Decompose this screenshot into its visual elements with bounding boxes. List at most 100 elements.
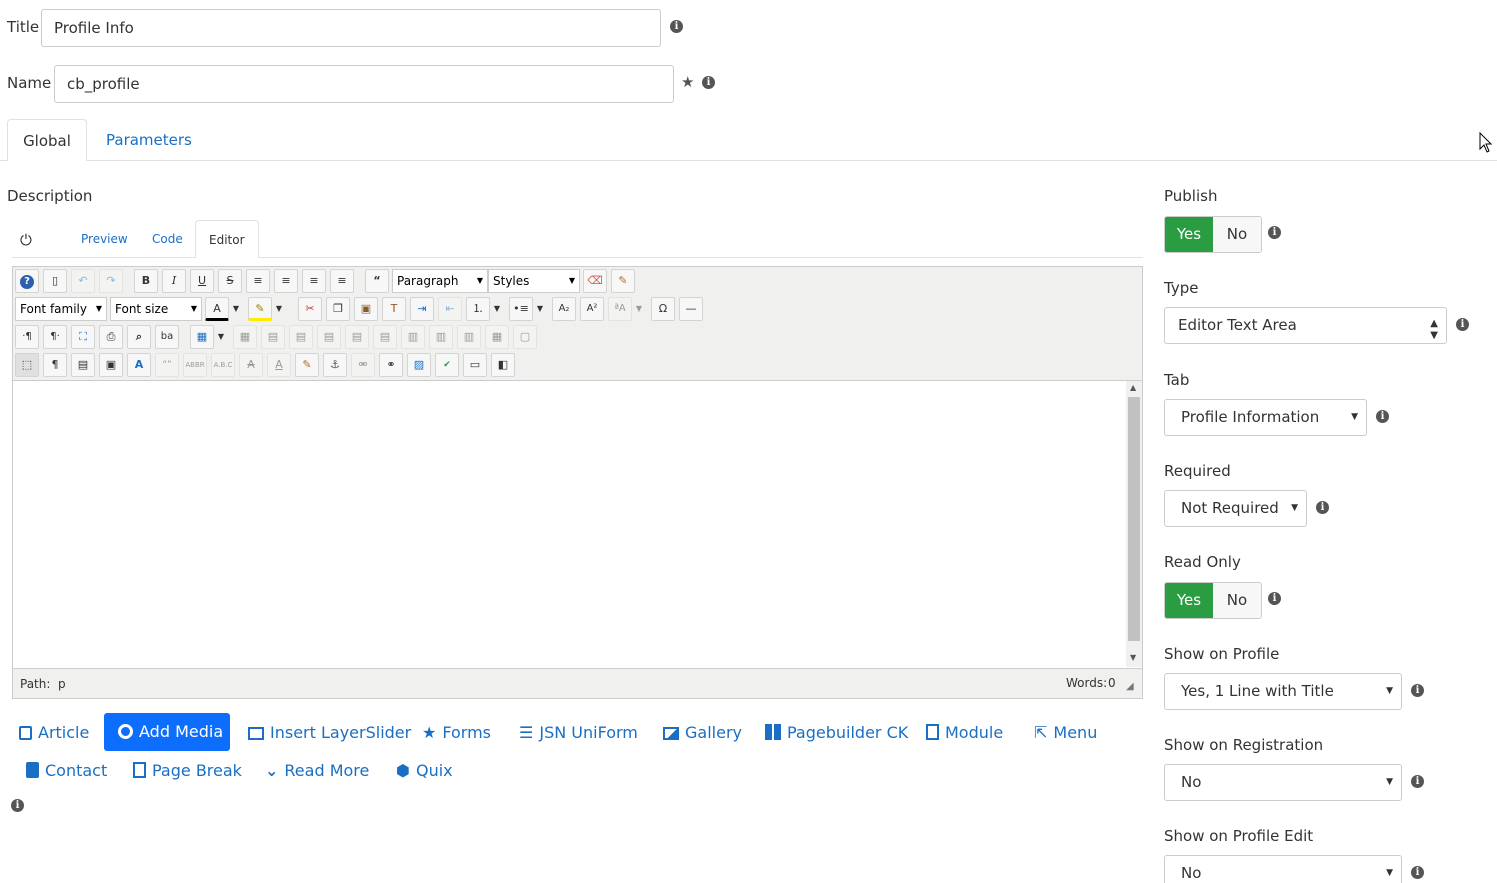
visual-aid-icon[interactable]: ⬚: [15, 353, 39, 377]
delete-table-icon[interactable]: ▦: [233, 325, 257, 349]
insertion-icon[interactable]: A: [267, 353, 291, 377]
language-icon[interactable]: ªA: [608, 297, 632, 321]
publish-info-icon[interactable]: i: [1268, 226, 1281, 239]
font-family-select[interactable]: Font family ▼: [15, 297, 107, 321]
show-on-profile-select[interactable]: Yes, 1 Line with Title ▼: [1164, 673, 1402, 710]
title-info-icon[interactable]: i: [670, 20, 683, 33]
show-on-profile-edit-info-icon[interactable]: i: [1411, 866, 1424, 879]
power-toggle-icon[interactable]: ⏻: [20, 231, 32, 249]
cite-icon[interactable]: “”: [155, 353, 179, 377]
tab-info-icon[interactable]: i: [1376, 410, 1389, 423]
read-only-no-button[interactable]: No: [1213, 583, 1261, 618]
readmore-icon[interactable]: ◧: [491, 353, 515, 377]
scroll-down-icon[interactable]: ▼: [1130, 653, 1136, 662]
scroll-up-icon[interactable]: ▲: [1130, 383, 1136, 392]
new-document-icon[interactable]: ▯: [43, 269, 67, 293]
cell-props-icon[interactable]: ▤: [289, 325, 313, 349]
horizontal-rule-icon[interactable]: —: [679, 297, 703, 321]
tab-global[interactable]: Global: [7, 119, 87, 161]
highlight-color-icon[interactable]: ✎: [248, 297, 272, 321]
text-color-icon[interactable]: A: [205, 297, 229, 321]
numbered-list-icon[interactable]: ⒈: [466, 297, 490, 321]
chevron-down-icon[interactable]: ▼: [534, 297, 546, 321]
show-on-registration-info-icon[interactable]: i: [1411, 775, 1424, 788]
quix-button[interactable]: ⬢ Quix: [396, 761, 453, 780]
image-box-icon[interactable]: ▣: [99, 353, 123, 377]
read-only-info-icon[interactable]: i: [1268, 592, 1281, 605]
copy-icon[interactable]: ❐: [326, 297, 350, 321]
superscript-icon[interactable]: A²: [580, 297, 604, 321]
forms-button[interactable]: ★ Forms: [422, 723, 491, 742]
read-more-button[interactable]: ⌄ Read More: [265, 761, 369, 780]
bullet-list-icon[interactable]: •≡: [509, 297, 533, 321]
special-character-icon[interactable]: Ω: [651, 297, 675, 321]
scrollbar-thumb[interactable]: [1128, 397, 1140, 641]
paste-text-icon[interactable]: T: [382, 297, 406, 321]
acronym-icon[interactable]: A.B.C: [211, 353, 235, 377]
name-info-icon[interactable]: i: [702, 76, 715, 89]
align-justify-icon[interactable]: ≡: [246, 269, 270, 293]
type-select[interactable]: Editor Text Area ▲ ▼: [1164, 307, 1447, 344]
tab-editor[interactable]: Editor: [195, 220, 259, 258]
ltr-icon[interactable]: ·¶: [15, 325, 39, 349]
styles-select[interactable]: Styles ▼: [488, 269, 580, 293]
description-info-icon[interactable]: i: [11, 799, 24, 812]
editor-content-area[interactable]: [13, 380, 1142, 668]
publish-yes-button[interactable]: Yes: [1165, 217, 1213, 252]
name-input[interactable]: cb_profile: [54, 65, 674, 103]
menu-button[interactable]: ⇱ Menu: [1034, 723, 1097, 742]
row-props-icon[interactable]: ▤: [261, 325, 285, 349]
insert-layerslider-button[interactable]: Insert LayerSlider: [248, 723, 411, 742]
subscript-icon[interactable]: A₂: [552, 297, 576, 321]
help-icon[interactable]: ?: [15, 269, 39, 293]
redo-icon[interactable]: ↷: [99, 269, 123, 293]
insert-row-before-icon[interactable]: ▤: [317, 325, 341, 349]
deletion-icon[interactable]: A: [239, 353, 263, 377]
show-on-profile-edit-select[interactable]: No ▼: [1164, 855, 1402, 883]
chevron-down-icon[interactable]: ▼: [215, 325, 227, 349]
chevron-down-icon[interactable]: ▼: [633, 297, 645, 321]
align-left-icon[interactable]: ≡: [302, 269, 326, 293]
italic-icon[interactable]: I: [162, 269, 186, 293]
link-icon[interactable]: ⚭: [379, 353, 403, 377]
delete-col-icon[interactable]: ▥: [457, 325, 481, 349]
module-button[interactable]: Module: [926, 723, 1003, 742]
page-break-icon[interactable]: ▭: [463, 353, 487, 377]
show-on-registration-select[interactable]: No ▼: [1164, 764, 1402, 801]
delete-row-icon[interactable]: ▤: [373, 325, 397, 349]
gallery-button[interactable]: Gallery: [663, 723, 742, 742]
insert-image-icon[interactable]: ▨: [407, 353, 431, 377]
paste-icon[interactable]: ▣: [354, 297, 378, 321]
type-info-icon[interactable]: i: [1456, 318, 1469, 331]
replace-icon[interactable]: ba: [155, 325, 179, 349]
show-blocks-icon[interactable]: ¶: [43, 353, 67, 377]
align-center-icon[interactable]: ≡: [274, 269, 298, 293]
split-cells-icon[interactable]: ▦: [485, 325, 509, 349]
add-media-button[interactable]: Add Media: [104, 713, 230, 751]
align-right-icon[interactable]: ≡: [330, 269, 354, 293]
insert-col-after-icon[interactable]: ▥: [429, 325, 453, 349]
insert-col-before-icon[interactable]: ▥: [401, 325, 425, 349]
page-break-button[interactable]: Page Break: [133, 761, 242, 780]
anchor-icon[interactable]: ⚓: [323, 353, 347, 377]
required-info-icon[interactable]: i: [1316, 501, 1329, 514]
fullscreen-icon[interactable]: ⛶: [71, 325, 95, 349]
publish-no-button[interactable]: No: [1213, 217, 1261, 252]
contact-button[interactable]: Contact: [26, 761, 107, 780]
article-button[interactable]: Article: [19, 723, 89, 742]
path-value[interactable]: p: [58, 677, 66, 691]
blockquote-icon[interactable]: “: [365, 269, 389, 293]
paragraph-select[interactable]: Paragraph ▼: [392, 269, 488, 293]
template-icon[interactable]: ▤: [71, 353, 95, 377]
font-size-select[interactable]: Font size ▼: [110, 297, 202, 321]
tab-code[interactable]: Code: [139, 220, 196, 258]
tab-parameters[interactable]: Parameters: [90, 119, 208, 161]
jsn-uniform-button[interactable]: ☰ JSN UniForm: [519, 723, 638, 742]
strikethrough-icon[interactable]: S: [218, 269, 242, 293]
cut-icon[interactable]: ✂: [298, 297, 322, 321]
pagebuilder-ck-button[interactable]: Pagebuilder CK: [765, 723, 908, 742]
undo-icon[interactable]: ↶: [71, 269, 95, 293]
attributes-icon[interactable]: ✎: [295, 353, 319, 377]
spellcheck-icon[interactable]: ✔: [435, 353, 459, 377]
underline-icon[interactable]: U: [190, 269, 214, 293]
